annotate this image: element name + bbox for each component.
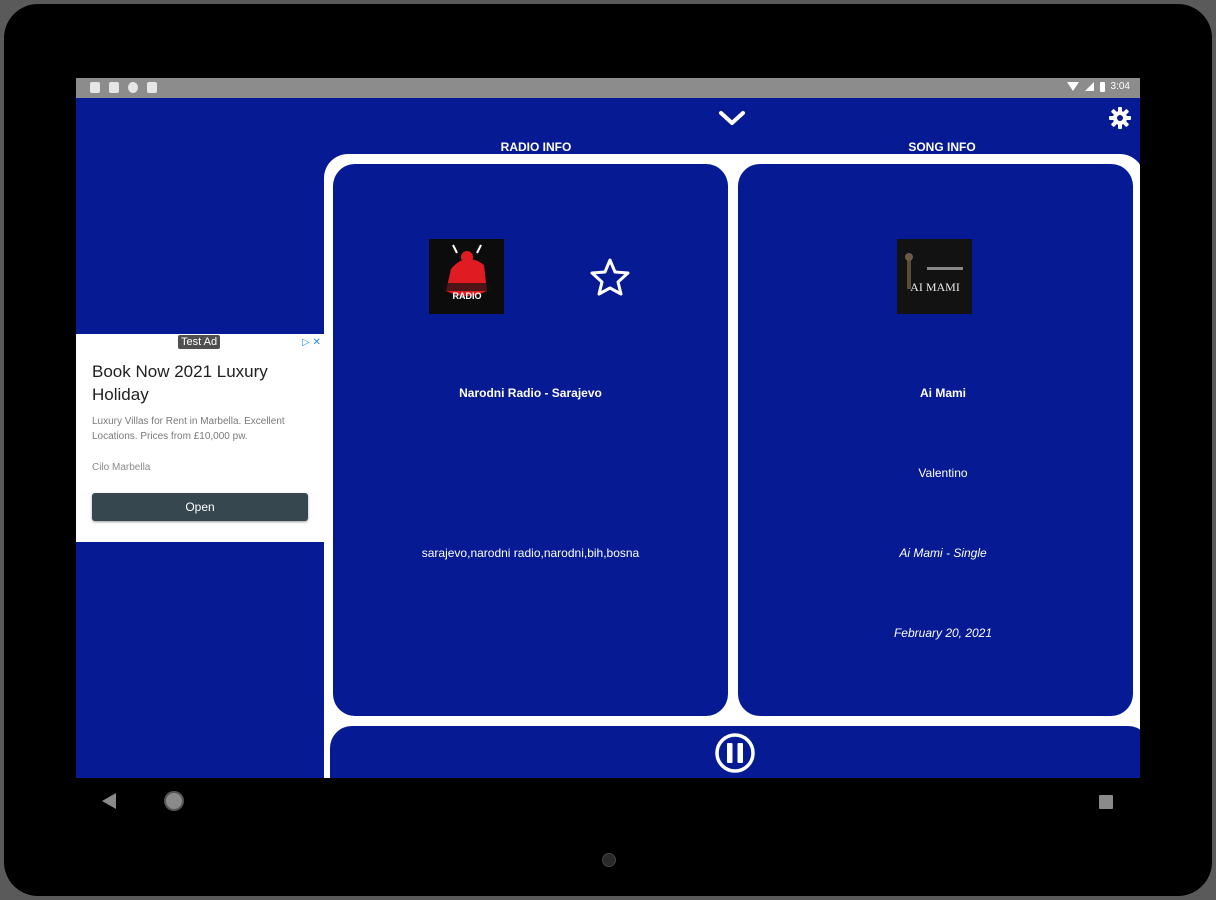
radio-logo: RADIO <box>429 239 504 314</box>
song-info-panel: AI MAMI Ai Mami Valentino Ai Mami - Sing… <box>738 164 1133 716</box>
banner-ad[interactable]: Test Ad ▷ ✕ Book Now 2021 Luxury Holiday… <box>76 334 324 542</box>
album-cover: AI MAMI <box>897 239 972 314</box>
ad-choices-icon[interactable]: ▷ ✕ <box>302 337 321 348</box>
circle-notification-icon <box>128 82 138 93</box>
nav-home-icon[interactable] <box>164 791 184 811</box>
wifi-icon <box>1066 82 1079 91</box>
song-release-date: February 20, 2021 <box>893 626 993 640</box>
status-bar: 3:04 <box>76 78 1140 98</box>
notification-icons <box>90 82 157 93</box>
song-artist: Valentino <box>918 466 968 480</box>
song-title: Ai Mami <box>919 386 966 400</box>
radio-info-label: RADIO INFO <box>500 140 572 154</box>
song-album: Ai Mami - Single <box>899 546 987 560</box>
signal-icon <box>1084 82 1094 91</box>
album-cover-text: AI MAMI <box>910 280 960 294</box>
nav-recents-icon[interactable] <box>1099 795 1113 809</box>
album-cover-image: AI MAMI <box>897 239 972 314</box>
app-screen: 3:04 RADIO INFO SONG INFO RADIO Narodni … <box>76 78 1140 778</box>
radio-tags: sarajevo,narodni radio,narodni,bih,bosna <box>421 546 640 560</box>
device-camera <box>602 853 616 867</box>
pause-icon[interactable] <box>714 732 756 774</box>
radio-name: Narodni Radio - Sarajevo <box>459 386 602 400</box>
player-controls-bar <box>330 726 1140 778</box>
radio-logo-image: RADIO <box>429 239 504 314</box>
ad-sponsor: Cilo Marbella <box>92 462 151 473</box>
radio-info-panel: RADIO Narodni Radio - Sarajevo sarajevo,… <box>333 164 728 716</box>
clock: 3:04 <box>1110 81 1130 92</box>
radio-logo-text: RADIO <box>453 291 482 301</box>
android-notification-icon <box>90 82 100 93</box>
system-icons: 3:04 <box>1066 81 1130 92</box>
chevron-down-icon[interactable] <box>716 106 748 130</box>
ad-body: Luxury Villas for Rent in Marbella. Exce… <box>92 416 285 442</box>
battery-icon <box>1099 81 1105 92</box>
ad-title[interactable]: Book Now 2021 Luxury Holiday <box>92 360 312 406</box>
sd-card-icon <box>147 82 157 93</box>
star-icon[interactable] <box>589 257 631 297</box>
song-info-label: SONG INFO <box>908 140 976 154</box>
gear-icon[interactable] <box>1108 106 1132 130</box>
nav-back-icon[interactable] <box>102 793 116 809</box>
ad-open-button[interactable]: Open <box>92 493 308 521</box>
app-notification-icon <box>109 82 119 93</box>
ad-test-tag: Test Ad <box>178 335 221 349</box>
